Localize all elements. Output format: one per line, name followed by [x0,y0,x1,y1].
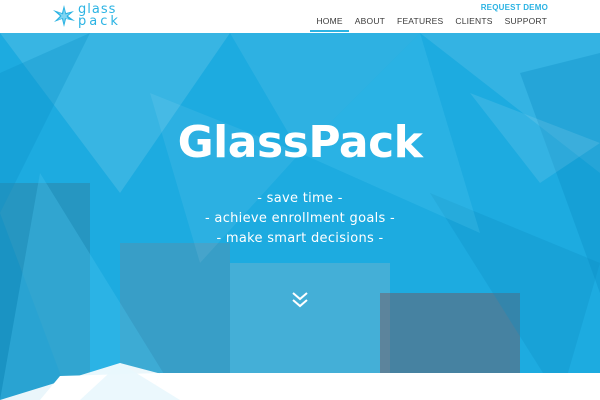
hero-title: GlassPack [177,117,423,168]
nav-support[interactable]: SUPPORT [499,16,553,33]
logo-star-icon [53,5,75,27]
request-demo-link[interactable]: REQUEST DEMO [481,3,548,12]
nav-about[interactable]: ABOUT [349,16,391,33]
logo[interactable]: glass pack [53,3,143,30]
tagline-smart-decisions: - make smart decisions - [216,231,384,246]
main-nav: HOME ABOUT FEATURES CLIENTS SUPPORT [310,16,553,33]
tagline-save-time: - save time - [257,191,343,206]
nav-features[interactable]: FEATURES [391,16,449,33]
double-chevron-down-icon [292,292,308,308]
nav-home[interactable]: HOME [310,16,350,33]
site-header: glass pack REQUEST DEMO HOME ABOUT FEATU… [0,0,600,33]
tagline-enrollment-goals: - achieve enrollment goals - [205,211,395,226]
hero-section: GlassPack - save time - - achieve enroll… [0,33,600,400]
logo-text-pack: pack [78,14,121,29]
scroll-down-button[interactable] [288,290,312,310]
nav-clients[interactable]: CLIENTS [449,16,498,33]
